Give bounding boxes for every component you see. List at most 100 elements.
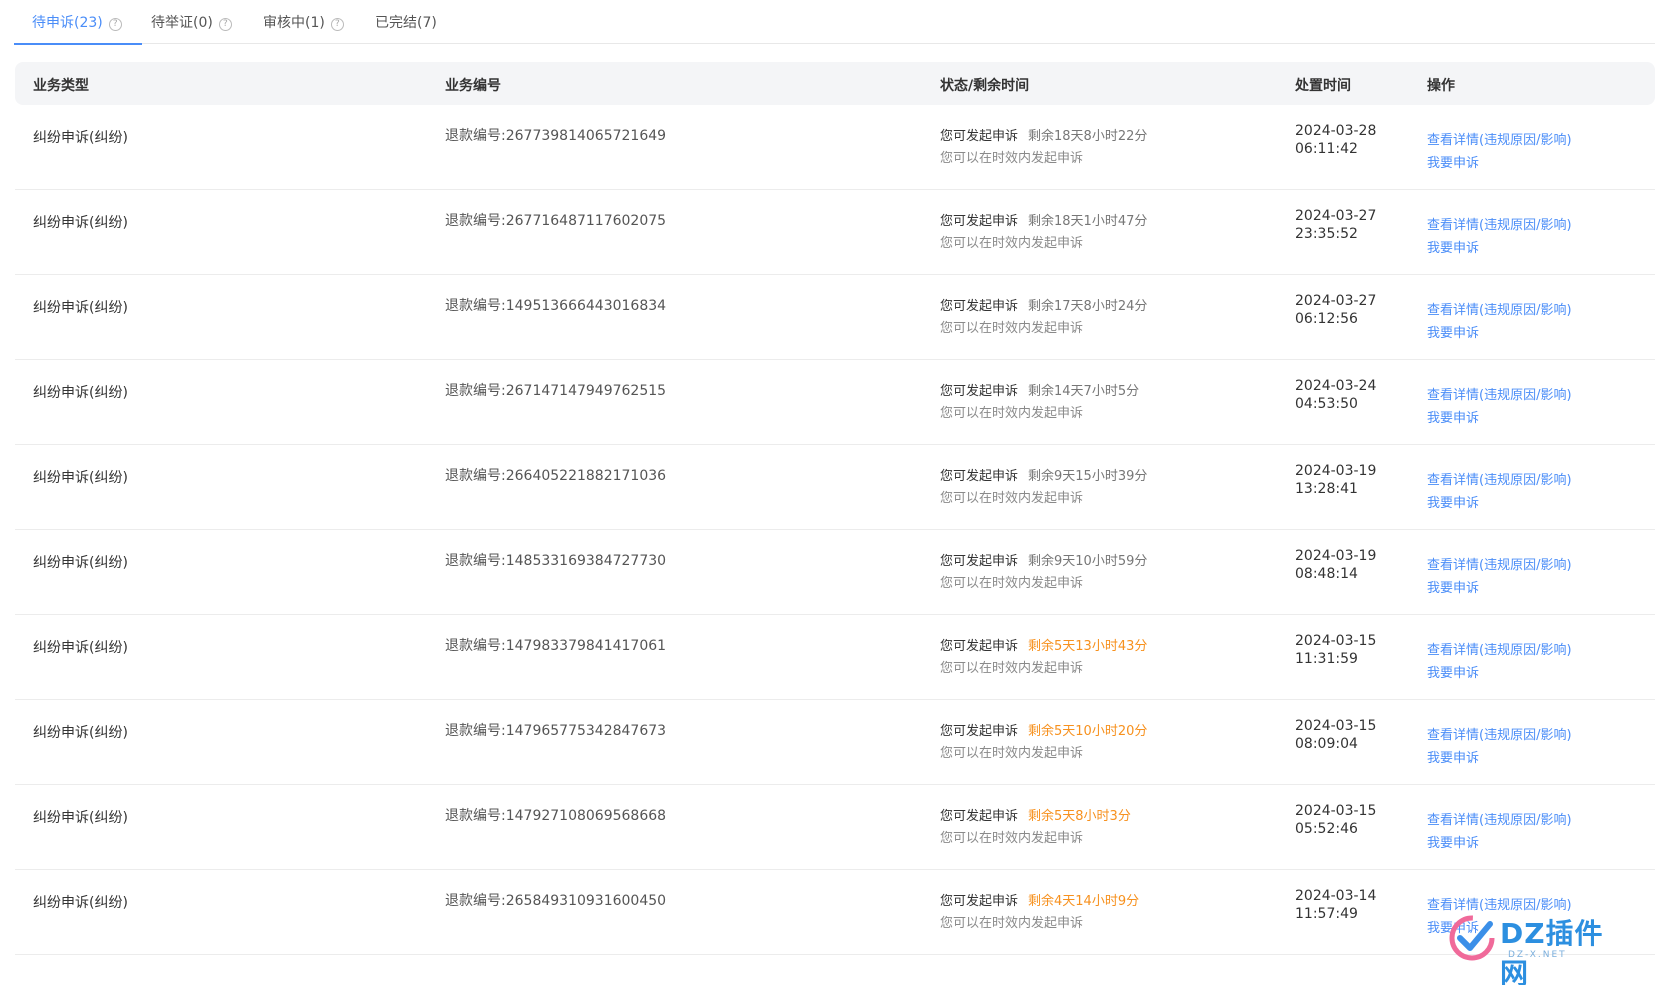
handle-date: 2024-03-19	[1295, 548, 1377, 564]
status-hint: 您可以在时效内发起申诉	[940, 576, 1084, 591]
business-type: 纠纷申诉(纠纷)	[33, 810, 128, 826]
header-type: 业务类型	[33, 78, 89, 94]
view-detail-link[interactable]: 查看详情(违规原因/影响)	[1427, 639, 1572, 662]
handle-time: 2024-03-28 06:11:42	[1295, 122, 1376, 158]
business-number: 退款编号:149513666443016834	[445, 298, 667, 314]
business-type: 纠纷申诉(纠纷)	[33, 300, 128, 316]
operations: 查看详情(违规原因/影响) 我要申诉	[1427, 639, 1572, 685]
view-detail-link[interactable]: 查看详情(违规原因/影响)	[1427, 299, 1572, 322]
remaining-time: 剩余5天10小时20分	[1028, 724, 1148, 739]
status-cell: 您可发起申诉 剩余5天10小时20分 您可以在时效内发起申诉	[940, 721, 1147, 765]
operations: 查看详情(违规原因/影响) 我要申诉	[1427, 384, 1572, 430]
status-cell: 您可发起申诉 剩余4天14小时9分 您可以在时效内发起申诉	[940, 891, 1139, 935]
view-detail-link[interactable]: 查看详情(违规原因/影响)	[1427, 554, 1572, 577]
view-detail-link[interactable]: 查看详情(违规原因/影响)	[1427, 809, 1572, 832]
handle-time: 2024-03-15 11:31:59	[1295, 632, 1376, 668]
appeal-link[interactable]: 我要申诉	[1427, 662, 1572, 685]
handle-clock: 08:48:14	[1295, 566, 1358, 582]
status-cell: 您可发起申诉 剩余9天15小时39分 您可以在时效内发起申诉	[940, 466, 1147, 510]
table-row: 纠纷申诉(纠纷) 退款编号:147927108069568668 您可发起申诉 剩余5…	[15, 785, 1655, 870]
tab-label: 已完结(7)	[375, 15, 437, 31]
handle-time: 2024-03-19 08:48:14	[1295, 547, 1376, 583]
status-text: 您可发起申诉	[940, 809, 1019, 824]
handle-clock: 06:12:56	[1295, 311, 1358, 327]
business-type: 纠纷申诉(纠纷)	[33, 555, 128, 571]
business-number: 退款编号:147965775342847673	[445, 723, 667, 739]
handle-date: 2024-03-19	[1295, 463, 1377, 479]
view-detail-link[interactable]: 查看详情(违规原因/影响)	[1427, 724, 1572, 747]
dz-logo-icon	[1449, 915, 1495, 961]
remaining-time: 剩余18天8小时22分	[1028, 129, 1148, 144]
status-text: 您可发起申诉	[940, 894, 1019, 909]
view-detail-link[interactable]: 查看详情(违规原因/影响)	[1427, 469, 1572, 492]
status-cell: 您可发起申诉 剩余18天1小时47分 您可以在时效内发起申诉	[940, 211, 1147, 255]
view-detail-link[interactable]: 查看详情(违规原因/影响)	[1427, 384, 1572, 407]
operations: 查看详情(违规原因/影响) 我要申诉	[1427, 214, 1572, 260]
status-cell: 您可发起申诉 剩余18天8小时22分您可以在时效内发起申诉	[940, 126, 1147, 170]
appeal-link[interactable]: 我要申诉	[1427, 832, 1572, 855]
appeal-link[interactable]: 我要申诉	[1427, 747, 1572, 770]
table-row: 纠纷申诉(纠纷) 退款编号:265849310931600450 您可发起申诉 剩余4…	[15, 870, 1655, 955]
business-number: 退款编号:147983379841417061	[445, 638, 667, 654]
operations: 查看详情(违规原因/影响) 我要申诉	[1427, 129, 1572, 175]
status-hint: 您可以在时效内发起申诉	[940, 236, 1084, 251]
handle-clock: 23:35:52	[1295, 226, 1358, 242]
tab-completed[interactable]: 已完结(7)	[375, 12, 437, 44]
handle-date: 2024-03-28	[1295, 123, 1377, 139]
status-hint: 您可以在时效内发起申诉	[940, 831, 1084, 846]
remaining-time: 剩余5天13小时43分	[1028, 639, 1148, 654]
header-number: 业务编号	[445, 78, 501, 94]
business-number: 退款编号:267739814065721649	[445, 128, 667, 144]
handle-time: 2024-03-15 08:09:04	[1295, 717, 1376, 753]
handle-clock: 06:11:42	[1295, 141, 1358, 157]
table-row: 纠纷申诉(纠纷) 退款编号:149513666443016834 您可发起申诉 剩余1…	[15, 275, 1655, 360]
status-text: 您可发起申诉	[940, 214, 1019, 229]
status-text: 您可发起申诉	[940, 639, 1019, 654]
appeal-link[interactable]: 我要申诉	[1427, 577, 1572, 600]
view-detail-link[interactable]: 查看详情(违规原因/影响)	[1427, 214, 1572, 237]
business-number: 退款编号:147927108069568668	[445, 808, 667, 824]
tab-label: 待举证(0)	[151, 15, 213, 31]
appeal-link[interactable]: 我要申诉	[1427, 237, 1572, 260]
watermark-text: DZ插件网	[1500, 917, 1604, 985]
handle-date: 2024-03-27	[1295, 208, 1377, 224]
handle-date: 2024-03-24	[1295, 378, 1377, 394]
tab-bar: 待申诉(23)? 待举证(0)? 审核中(1)? 已完结(7)	[14, 0, 1655, 45]
appeal-link[interactable]: 我要申诉	[1427, 407, 1572, 430]
business-number: 退款编号:148533169384727730	[445, 553, 667, 569]
status-text: 您可发起申诉	[940, 384, 1019, 399]
status-cell: 您可发起申诉 剩余14天7小时5分 您可以在时效内发起申诉	[940, 381, 1139, 425]
table-row: 纠纷申诉(纠纷) 退款编号:147965775342847673 您可发起申诉 剩余5…	[15, 700, 1655, 785]
appeal-link[interactable]: 我要申诉	[1427, 492, 1572, 515]
tab-under-review[interactable]: 审核中(1)?	[263, 12, 344, 44]
appeal-link[interactable]: 我要申诉	[1427, 322, 1572, 345]
business-type: 纠纷申诉(纠纷)	[33, 640, 128, 656]
view-detail-link[interactable]: 查看详情(违规原因/影响)	[1427, 129, 1572, 152]
handle-clock: 04:53:50	[1295, 396, 1358, 412]
business-type: 纠纷申诉(纠纷)	[33, 130, 128, 146]
handle-date: 2024-03-27	[1295, 293, 1377, 309]
handle-clock: 11:57:49	[1295, 906, 1358, 922]
status-text: 您可发起申诉	[940, 469, 1019, 484]
status-hint: 您可以在时效内发起申诉	[940, 151, 1084, 166]
remaining-time: 剩余4天14小时9分	[1028, 894, 1140, 909]
handle-time: 2024-03-15 05:52:46	[1295, 802, 1376, 838]
status-hint: 您可以在时效内发起申诉	[940, 746, 1084, 761]
table-row: 纠纷申诉(纠纷) 退款编号:267147147949762515 您可发起申诉 剩余1…	[15, 360, 1655, 445]
tab-pending-evidence[interactable]: 待举证(0)?	[151, 12, 232, 44]
header-ops: 操作	[1427, 78, 1455, 94]
help-icon[interactable]: ?	[218, 18, 232, 31]
tab-label: 待申诉(23)	[32, 15, 103, 31]
help-icon[interactable]: ?	[330, 18, 344, 31]
tab-pending-appeal[interactable]: 待申诉(23)?	[14, 12, 142, 45]
handle-time: 2024-03-19 13:28:41	[1295, 462, 1376, 498]
table-row: 纠纷申诉(纠纷) 退款编号:147983379841417061 您可发起申诉 剩余5…	[15, 615, 1655, 700]
status-text: 您可发起申诉	[940, 129, 1019, 144]
handle-clock: 05:52:46	[1295, 821, 1358, 837]
help-icon[interactable]: ?	[108, 18, 122, 31]
appeal-link[interactable]: 我要申诉	[1427, 152, 1572, 175]
handle-date: 2024-03-15	[1295, 718, 1377, 734]
status-cell: 您可发起申诉 剩余5天13小时43分 您可以在时效内发起申诉	[940, 636, 1147, 680]
header-status: 状态/剩余时间	[940, 78, 1030, 94]
business-number: 退款编号:265849310931600450	[445, 893, 667, 909]
